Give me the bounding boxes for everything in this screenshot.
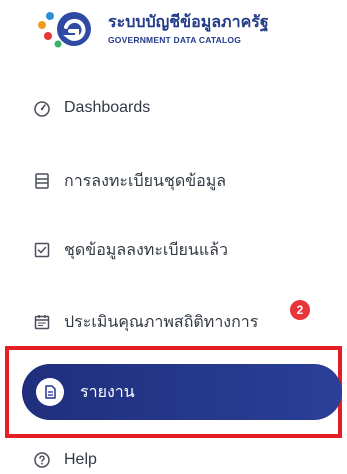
- logo-title-th: ระบบบัญชีข้อมูลภาครัฐ: [108, 13, 269, 31]
- nav-item-label: Help: [64, 451, 97, 468]
- gauge-icon: [32, 98, 52, 118]
- nav-item-label: ประเมินคุณภาพสถิติทางการ: [64, 313, 259, 331]
- notification-badge: 2: [290, 300, 310, 320]
- nav-item-dashboards[interactable]: Dashboards: [32, 94, 150, 122]
- nav-item-help[interactable]: Help: [32, 446, 97, 474]
- nav-item-label: รายงาน: [80, 383, 135, 401]
- logo-mark-icon: [38, 12, 91, 48]
- nav-item-report[interactable]: รายงาน: [22, 364, 342, 420]
- logo[interactable]: ระบบบัญชีข้อมูลภาครัฐ GOVERNMENT DATA CA…: [36, 6, 336, 52]
- nav-item-label: ชุดข้อมูลลงทะเบียนแล้ว: [64, 241, 228, 259]
- nav-item-label: การลงทะเบียนชุดข้อมูล: [64, 172, 227, 190]
- checkbox-icon: [32, 240, 52, 260]
- nav-item-label: Dashboards: [64, 99, 151, 116]
- calendar-icon: [32, 312, 52, 332]
- help-icon: [32, 450, 52, 470]
- report-icon: [36, 378, 64, 406]
- logo-title-en: GOVERNMENT DATA CATALOG: [108, 34, 242, 45]
- document-list-icon: [32, 171, 52, 191]
- nav-item-registered-datasets[interactable]: ชุดข้อมูลลงทะเบียนแล้ว: [32, 236, 228, 264]
- nav-item-statistics-quality[interactable]: ประเมินคุณภาพสถิติทางการ: [32, 308, 258, 336]
- nav-item-dataset-registration[interactable]: การลงทะเบียนชุดข้อมูล: [32, 167, 226, 195]
